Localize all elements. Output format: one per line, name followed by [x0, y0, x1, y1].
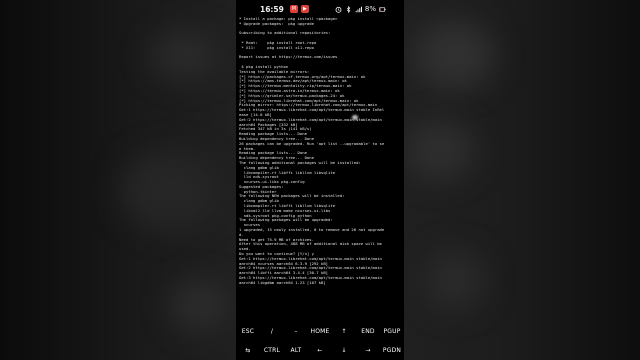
- key-home-button[interactable]: HOME: [308, 328, 332, 335]
- key-alt-button[interactable]: ALT: [284, 347, 308, 354]
- terminal-line: 1 upgraded, 15 newly installed, 0 to rem…: [239, 227, 385, 233]
- alarm-icon: [335, 6, 342, 13]
- key-esc-button[interactable]: ESC: [236, 328, 260, 335]
- key-up-button[interactable]: ↑: [332, 328, 356, 335]
- bluetooth-icon: [345, 5, 352, 13]
- terminal-line: aarch64 libgdbm aarch64 1.23 [107 kB]: [239, 279, 326, 285]
- terminal-line: 26 packages can be upgraded. Run 'apt li…: [239, 140, 385, 146]
- extra-keys-bar: ESC / – HOME ↑ END PGUP ⇆ CTRL ALT ← ↓ → PGDN: [236, 322, 404, 360]
- touch-cursor-indicator: [352, 115, 358, 120]
- key-tab-button[interactable]: ⇆: [236, 347, 260, 354]
- key-right-button[interactable]: →: [356, 347, 380, 354]
- key-ctrl-button[interactable]: CTRL: [260, 347, 284, 354]
- extra-keys-row-2: ⇆ CTRL ALT ← ↓ → PGDN: [236, 341, 404, 360]
- extra-keys-row-1: ESC / – HOME ↑ END PGUP: [236, 322, 404, 341]
- key-dash-button[interactable]: –: [284, 328, 308, 335]
- phone-screen: 16:59 M ▶ 8% * Install a package: pkg in…: [236, 0, 404, 360]
- status-time: 16:59: [260, 4, 284, 14]
- key-pgup-button[interactable]: PGUP: [380, 328, 404, 335]
- status-bar: 16:59 M ▶ 8%: [236, 0, 404, 18]
- mail-notification-icon: M: [289, 5, 298, 13]
- terminal-line: After this operation, 488 MB of addition…: [239, 241, 382, 247]
- key-slash-button[interactable]: /: [260, 328, 284, 335]
- blurred-video-background-right: [404, 0, 640, 360]
- signal-icon: [355, 6, 362, 13]
- terminal-output[interactable]: * Install a package: pkg install <packag…: [239, 17, 402, 323]
- battery-icon: [379, 6, 386, 13]
- video-notification-icon: ▶: [300, 5, 309, 13]
- key-end-button[interactable]: END: [356, 328, 380, 335]
- key-down-button[interactable]: ↓: [332, 347, 356, 354]
- battery-percentage: 8%: [364, 5, 376, 13]
- key-pgdn-button[interactable]: PGDN: [380, 347, 404, 354]
- key-left-button[interactable]: ←: [308, 347, 332, 354]
- blurred-video-background-left: [0, 0, 236, 360]
